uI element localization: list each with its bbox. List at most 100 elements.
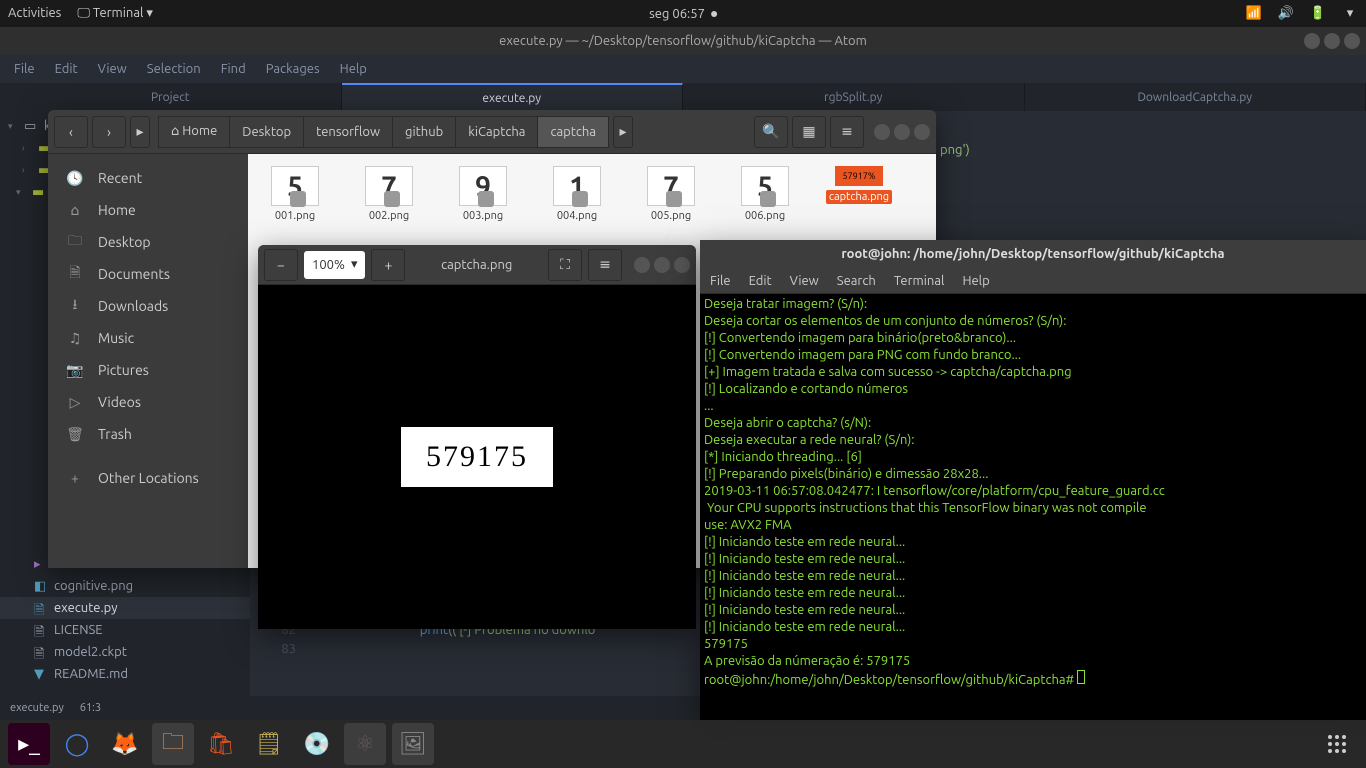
terminal-output[interactable]: Deseja tratar imagem? (S/n):Deseja corta…	[700, 294, 1366, 720]
sidebar-desktop[interactable]: 🗀Desktop	[48, 226, 248, 258]
line-number: 83	[250, 640, 296, 659]
crumb-tensorflow[interactable]: tensorflow	[303, 116, 392, 148]
tab-downloadcaptcha-py[interactable]: DownloadCaptcha.py	[1025, 83, 1366, 111]
lock-icon	[478, 191, 494, 207]
hamburger-menu-button[interactable]: ≡	[830, 116, 864, 148]
naut-minimize-button[interactable]	[874, 124, 890, 140]
activities-button[interactable]: Activities	[8, 6, 61, 21]
crumb-desktop[interactable]: Desktop	[229, 116, 303, 148]
search-button[interactable]: 🔍	[754, 116, 788, 148]
menu-file[interactable]: File	[14, 62, 35, 76]
menu-view[interactable]: View	[98, 62, 127, 76]
file-manager-header: ‹ › ▸ ⌂ Home Desktop tensorflow github k…	[48, 110, 936, 154]
image-canvas[interactable]: 579175	[258, 285, 696, 629]
tree-file[interactable]: ▼README.md	[0, 663, 250, 685]
tree-file[interactable]: 🗎LICENSE	[0, 619, 250, 641]
menu-edit[interactable]: Edit	[55, 62, 78, 76]
tree-file[interactable]: ◧cognitive.png	[0, 575, 250, 597]
zoom-out-button[interactable]: −	[264, 249, 298, 281]
naut-maximize-button[interactable]	[894, 124, 910, 140]
dock-chromium[interactable]: ◯	[56, 723, 98, 765]
eog-minimize-button[interactable]	[634, 257, 650, 273]
file-item[interactable]: 5006.png	[730, 166, 800, 222]
sidebar-pictures[interactable]: 📷Pictures	[48, 354, 248, 386]
fullscreen-button[interactable]: ⛶	[548, 249, 582, 281]
sidebar-downloads[interactable]: ⭳Downloads	[48, 290, 248, 322]
terminal-app-menu[interactable]: 🖵 Terminal ▾	[77, 6, 153, 21]
show-applications-button[interactable]	[1328, 735, 1346, 753]
file-item[interactable]: 5001.png	[260, 166, 330, 222]
sidebar-trash[interactable]: 🗑Trash	[48, 418, 248, 450]
term-menu-view[interactable]: View	[790, 274, 819, 288]
menu-find[interactable]: Find	[221, 62, 246, 76]
naut-close-button[interactable]	[914, 124, 930, 140]
sidebar-other-locations[interactable]: +Other Locations	[48, 462, 248, 494]
zoom-in-button[interactable]: +	[371, 249, 405, 281]
crumb-github[interactable]: github	[392, 116, 455, 148]
file-item[interactable]: 7005.png	[636, 166, 706, 222]
nav-forward-button[interactable]: ›	[92, 116, 126, 148]
file-item[interactable]: 1004.png	[542, 166, 612, 222]
dock-image-viewer[interactable]: 🖼	[392, 723, 434, 765]
sidebar-recent[interactable]: 🕓Recent	[48, 162, 248, 194]
dock-text-editor[interactable]: 🗒	[248, 723, 290, 765]
dock-disks[interactable]: 💿	[296, 723, 338, 765]
crumb-home[interactable]: ⌂ Home	[158, 116, 229, 148]
lock-icon	[384, 191, 400, 207]
eog-close-button[interactable]	[674, 257, 690, 273]
menu-packages[interactable]: Packages	[266, 62, 320, 76]
terminal-menubar: File Edit View Search Terminal Help	[700, 268, 1366, 294]
battery-icon[interactable]: 🔋	[1310, 6, 1326, 22]
zoom-level[interactable]: 100%▾	[304, 251, 365, 279]
path-toggle-button[interactable]: ▸	[130, 116, 150, 148]
term-menu-file[interactable]: File	[710, 274, 731, 288]
clock-icon: 🕓	[66, 169, 84, 187]
atom-close-button[interactable]	[1344, 33, 1360, 49]
file-item[interactable]: 7002.png	[354, 166, 424, 222]
power-menu-icon[interactable]: ▾	[1342, 6, 1358, 22]
atom-minimize-button[interactable]	[1304, 33, 1320, 49]
term-menu-help[interactable]: Help	[962, 274, 989, 288]
tab-rgbsplit-py[interactable]: rgbSplit.py	[683, 83, 1025, 111]
sidebar-videos[interactable]: ▷Videos	[48, 386, 248, 418]
crumb-captcha[interactable]: captcha	[537, 116, 609, 148]
breadcrumb: ⌂ Home Desktop tensorflow github kiCaptc…	[158, 116, 609, 148]
view-toggle-button[interactable]: ▦	[792, 116, 826, 148]
sidebar-home[interactable]: ⌂Home	[48, 194, 248, 226]
status-file[interactable]: execute.py	[10, 702, 64, 714]
tab-execute-py[interactable]: execute.py	[342, 83, 684, 111]
atom-maximize-button[interactable]	[1324, 33, 1340, 49]
wifi-icon[interactable]: 📶	[1246, 6, 1262, 22]
dock-files[interactable]: 🗀	[152, 723, 194, 765]
eog-menu-button[interactable]: ≡	[588, 249, 622, 281]
status-cursor-pos[interactable]: 61:3	[80, 702, 101, 714]
clock[interactable]: seg 06:57	[649, 7, 705, 21]
dock-atom[interactable]: ⚛	[344, 723, 386, 765]
volume-icon[interactable]: 🔊	[1278, 6, 1294, 22]
tree-file[interactable]: 🗎execute.py	[0, 597, 250, 619]
menu-selection[interactable]: Selection	[147, 62, 201, 76]
dock-firefox[interactable]: 🦊	[104, 723, 146, 765]
sidebar-music[interactable]: ♫Music	[48, 322, 248, 354]
tree-file[interactable]: 🗎model2.ckpt	[0, 641, 250, 663]
dock-terminal[interactable]: ▸_	[8, 723, 50, 765]
dock-software[interactable]: 🛍	[200, 723, 242, 765]
camera-icon: 📷	[66, 361, 84, 379]
tab-project[interactable]: Project	[0, 83, 342, 111]
crumb-kicaptcha[interactable]: kiCaptcha	[455, 116, 537, 148]
eog-maximize-button[interactable]	[654, 257, 670, 273]
path-overflow-button[interactable]: ▸	[613, 116, 633, 148]
term-menu-edit[interactable]: Edit	[749, 274, 772, 288]
atom-titlebar: execute.py — ~/Desktop/tensorflow/github…	[0, 27, 1366, 55]
documents-icon: 🗎	[66, 265, 84, 283]
sidebar-documents[interactable]: 🗎Documents	[48, 258, 248, 290]
nav-back-button[interactable]: ‹	[54, 116, 88, 148]
terminal-prompt: root@john:/home/john/Desktop/tensorflow/…	[704, 673, 1077, 687]
term-menu-terminal[interactable]: Terminal	[894, 274, 945, 288]
file-item-selected[interactable]: 57917%captcha.png	[824, 166, 894, 222]
folder-icon: 🗀	[66, 233, 84, 251]
file-item[interactable]: 9003.png	[448, 166, 518, 222]
terminal-cursor	[1077, 670, 1085, 684]
menu-help[interactable]: Help	[340, 62, 367, 76]
term-menu-search[interactable]: Search	[837, 274, 876, 288]
